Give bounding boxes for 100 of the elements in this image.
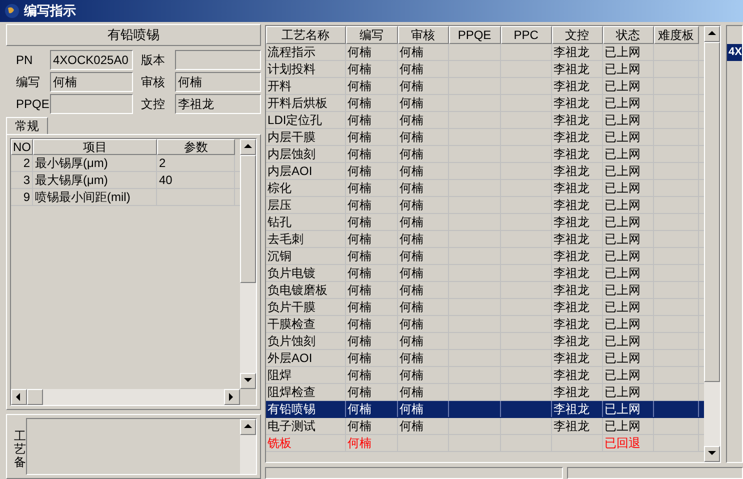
table-cell: 何楠: [346, 316, 398, 332]
table-cell: 最小锡厚(μm): [33, 155, 157, 171]
memo-field[interactable]: [26, 418, 257, 475]
table-cell: 李祖龙: [552, 401, 603, 417]
table-cell: 阻焊检查: [266, 384, 346, 400]
column-header[interactable]: 编写: [346, 26, 398, 44]
scroll-left-button[interactable]: [11, 389, 27, 405]
table-cell: 李祖龙: [552, 129, 603, 145]
table-cell: 棕化: [266, 180, 346, 196]
table-cell: 开料: [266, 78, 346, 94]
table-cell: 李祖龙: [552, 61, 603, 77]
scroll-thumb[interactable]: [240, 155, 256, 283]
table-cell: 李祖龙: [552, 146, 603, 162]
table-row[interactable]: 层压 何楠 何楠 李祖龙 已上网: [266, 197, 704, 214]
table-row[interactable]: 电子测试 何楠 何楠 李祖龙 已上网: [266, 418, 704, 435]
table-cell: 李祖龙: [552, 333, 603, 349]
input-field[interactable]: 4XOCK025A0: [50, 50, 133, 70]
scroll-down-button[interactable]: [240, 373, 256, 389]
table-cell: 何楠: [346, 146, 398, 162]
table-cell: 何楠: [398, 316, 449, 332]
table-cell: 何楠: [398, 333, 449, 349]
table-cell: 何楠: [346, 367, 398, 383]
table-row[interactable]: 内层干膜 何楠 何楠 李祖龙 已上网: [266, 129, 704, 146]
table-cell: 内层干膜: [266, 129, 346, 145]
scroll-up-button[interactable]: [704, 26, 720, 42]
table-row[interactable]: 阻焊 何楠 何楠 李祖龙 已上网: [266, 367, 704, 384]
table-row[interactable]: 流程指示 何楠 何楠 李祖龙 已上网: [266, 44, 704, 61]
bottom-field[interactable]: [566, 467, 743, 479]
table-row[interactable]: 负片干膜 何楠 何楠 李祖龙 已上网: [266, 299, 704, 316]
table-row[interactable]: 内层AOI 何楠 何楠 李祖龙 已上网: [266, 163, 704, 180]
table-cell: 已上网: [602, 316, 654, 332]
table-cell: 已上网: [602, 180, 654, 196]
table-row[interactable]: 内层蚀刻 何楠 何楠 李祖龙 已上网: [266, 146, 704, 163]
field-label: 版本: [141, 52, 166, 69]
table-cell: 何楠: [398, 95, 449, 111]
table-cell: 李祖龙: [552, 112, 603, 128]
scroll-right-button[interactable]: [224, 389, 240, 405]
table-row[interactable]: 干膜检查 何楠 何楠 李祖龙 已上网: [266, 316, 704, 333]
column-header[interactable]: PPC: [500, 26, 552, 44]
vertical-scrollbar[interactable]: [240, 139, 256, 389]
table-cell: 已上网: [602, 214, 654, 230]
table-cell: 李祖龙: [552, 44, 603, 60]
input-field[interactable]: 李祖龙: [175, 94, 261, 114]
column-header[interactable]: NO: [11, 139, 33, 155]
column-header[interactable]: 工艺名称: [266, 26, 346, 44]
list-item[interactable]: 4X: [726, 44, 742, 61]
input-field[interactable]: [50, 94, 133, 114]
table-row[interactable]: 开料后烘板 何楠 何楠 李祖龙 已上网: [266, 95, 704, 112]
table-cell: 李祖龙: [552, 180, 603, 196]
table-cell: 何楠: [346, 384, 398, 400]
scroll-up-button[interactable]: [240, 139, 256, 155]
table-cell: 已上网: [602, 112, 654, 128]
table-cell: 电子测试: [266, 418, 346, 434]
table-row[interactable]: 开料 何楠 何楠 李祖龙 已上网: [266, 78, 704, 95]
input-field[interactable]: 何楠: [175, 72, 261, 92]
vertical-scrollbar[interactable]: [704, 26, 720, 462]
scroll-thumb[interactable]: [704, 42, 720, 382]
table-cell: 已上网: [602, 61, 654, 77]
column-header[interactable]: 难度板: [654, 26, 699, 44]
column-header[interactable]: 参数: [157, 139, 235, 155]
table-row[interactable]: LDI定位孔 何楠 何楠 李祖龙 已上网: [266, 112, 704, 129]
table-row[interactable]: 去毛刺 何楠 何楠 李祖龙 已上网: [266, 231, 704, 248]
scroll-down-button[interactable]: [704, 446, 720, 462]
column-header[interactable]: PPQE: [448, 26, 501, 44]
table-cell: 何楠: [398, 231, 449, 247]
column-header[interactable]: 文控: [552, 26, 603, 44]
table-cell: 何楠: [398, 384, 449, 400]
table-cell: 何楠: [398, 129, 449, 145]
table-row[interactable]: 有铅喷锡 何楠 何楠 李祖龙 已上网: [266, 401, 704, 418]
input-field[interactable]: 何楠: [50, 72, 133, 92]
input-field[interactable]: [175, 50, 261, 70]
table-row[interactable]: 计划投料 何楠 何楠 李祖龙 已上网: [266, 61, 704, 78]
table-row[interactable]: 负片电镀 何楠 何楠 李祖龙 已上网: [266, 265, 704, 282]
table-cell: 已上网: [602, 384, 654, 400]
table-cell: 何楠: [346, 435, 398, 451]
table-row[interactable]: 钻孔 何楠 何楠 李祖龙 已上网: [266, 214, 704, 231]
table-cell: 已上网: [602, 333, 654, 349]
scroll-up-button[interactable]: [240, 419, 256, 435]
table-cell: 何楠: [346, 401, 398, 417]
bottom-field[interactable]: [264, 467, 563, 479]
table-row[interactable]: 外层AOI 何楠 何楠 李祖龙 已上网: [266, 350, 704, 367]
table-cell: 铣板: [266, 435, 346, 451]
table-cell: 何楠: [398, 163, 449, 179]
table-cell: 李祖龙: [552, 316, 603, 332]
column-header[interactable]: 审核: [398, 26, 449, 44]
table-row[interactable]: 负电镀磨板 何楠 何楠 李祖龙 已上网: [266, 282, 704, 299]
table-cell: 计划投料: [266, 61, 346, 77]
table-cell: 已上网: [602, 78, 654, 94]
table-row[interactable]: 沉铜 何楠 何楠 李祖龙 已上网: [266, 248, 704, 265]
tab[interactable]: 常规: [6, 117, 48, 135]
table-cell: 已上网: [602, 44, 654, 60]
column-header[interactable]: 项目: [33, 139, 157, 155]
table-row[interactable]: 棕化 何楠 何楠 李祖龙 已上网: [266, 180, 704, 197]
table-cell: 已上网: [602, 95, 654, 111]
table-cell: 已上网: [602, 197, 654, 213]
scroll-thumb[interactable]: [27, 389, 43, 405]
column-header[interactable]: 状态: [602, 26, 654, 44]
table-cell: 何楠: [398, 180, 449, 196]
horizontal-scrollbar[interactable]: [11, 389, 240, 405]
table-row[interactable]: 负片蚀刻 何楠 何楠 李祖龙 已上网: [266, 333, 704, 350]
